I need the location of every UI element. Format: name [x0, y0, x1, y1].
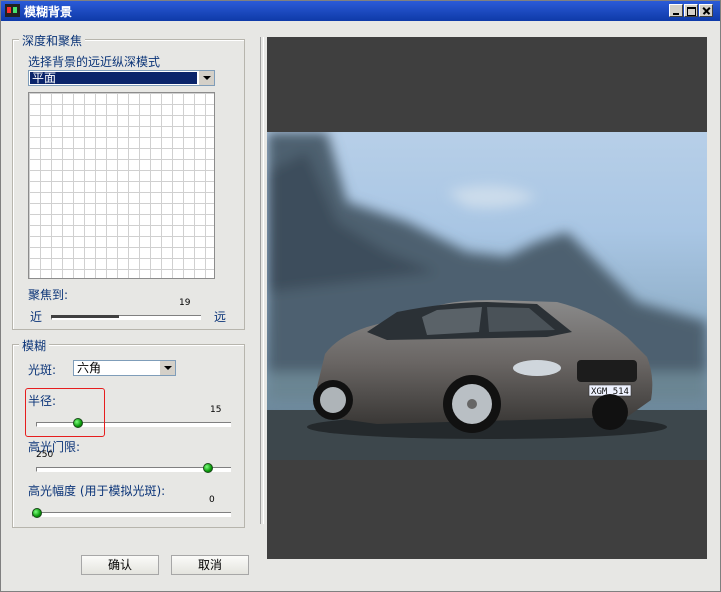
amplitude-slider-track [32, 512, 231, 517]
panel-divider [260, 37, 264, 524]
preview-image: XGM 514 [267, 132, 707, 460]
amplitude-value: 0 [209, 495, 215, 505]
minimize-button[interactable] [669, 4, 683, 17]
focus-slider[interactable]: 19 [51, 298, 201, 327]
radius-value: 15 [210, 405, 222, 415]
cancel-button[interactable]: 取消 [171, 555, 249, 575]
depth-mode-value: 平面 [30, 72, 197, 84]
depth-mode-label: 选择背景的远近纵深模式 [28, 55, 161, 69]
title-bar[interactable]: 模糊背景 [1, 1, 720, 21]
threshold-slider-track [36, 467, 231, 472]
threshold-slider-thumb[interactable] [203, 463, 213, 473]
threshold-slider[interactable]: 250 [36, 450, 231, 479]
focus-value: 19 [179, 298, 191, 308]
preview-panel: XGM 514 [267, 37, 707, 559]
amplitude-slider[interactable]: 0 [32, 495, 231, 524]
blur-group-label: 模糊 [19, 337, 50, 354]
threshold-value: 250 [36, 450, 54, 460]
depth-mode-select[interactable]: 平面 [28, 70, 215, 86]
bokeh-shape-value: 六角 [77, 361, 102, 375]
bokeh-label: 光斑: [28, 363, 57, 377]
car-photo-illustration: XGM 514 [267, 132, 707, 460]
near-label: 近 [30, 310, 43, 324]
window-title: 模糊背景 [24, 5, 73, 19]
chevron-down-icon[interactable] [159, 361, 175, 375]
app-icon [5, 4, 20, 17]
focus-slider-fill [51, 315, 119, 318]
far-label: 远 [214, 310, 227, 324]
radius-highlight-box [25, 388, 105, 437]
chevron-down-icon[interactable] [198, 71, 214, 85]
amplitude-slider-thumb[interactable] [32, 508, 42, 518]
close-button[interactable] [699, 4, 713, 17]
ok-button[interactable]: 确认 [81, 555, 159, 575]
focus-label: 聚焦到: [28, 288, 69, 302]
depth-focus-group-label: 深度和聚焦 [19, 32, 86, 49]
maximize-button[interactable] [684, 4, 698, 17]
depth-curve-grid[interactable] [28, 92, 215, 279]
blur-background-dialog: 模糊背景 深度和聚焦 选择背景的远近纵深模式 平面 聚焦到: 近 远 19 模糊… [0, 0, 721, 592]
amplitude-label: 高光幅度 (用于模拟光斑): [28, 484, 166, 498]
bokeh-shape-select[interactable]: 六角 [73, 360, 176, 376]
